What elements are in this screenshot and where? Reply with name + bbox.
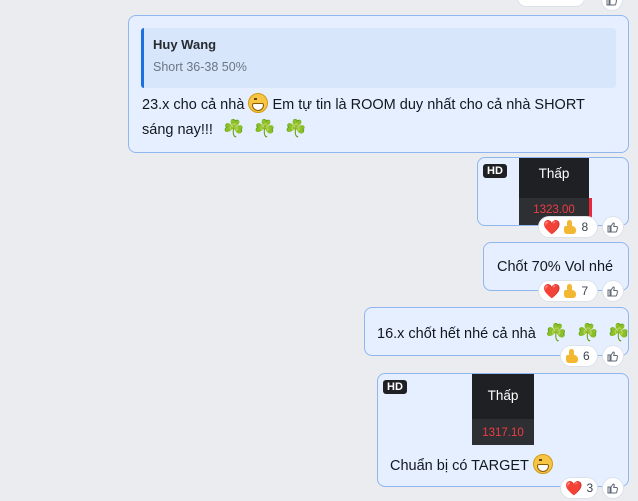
shamrock-icon: ☘️ [608,323,630,342]
reaction-count: 7 [581,284,589,298]
heart-icon: ❤️ [543,219,561,235]
image-with-caption-message[interactable]: Thấp 1317.10 HD Chuẩn bị có TARGET [377,373,629,487]
message-text-line: sáng nay!!! ☘️ ☘️ ☘️ [142,119,307,138]
quote-text: Short 36-38 50% [153,60,247,74]
shamrock-icon: ☘️ [254,119,276,138]
heart-icon: ❤️ [565,480,583,496]
like-icon [607,286,618,297]
hd-badge: HD [383,380,407,394]
thumbs-up-emoji-icon [565,349,579,363]
like-icon [607,483,618,494]
like-icon [606,0,617,6]
shamrock-icon: ☘️ [577,323,599,342]
image-message[interactable]: Thấp 1323.00 HD [477,157,629,226]
like-button[interactable] [603,281,623,301]
hd-badge: HD [483,164,507,178]
previous-like-button[interactable] [602,0,622,10]
reaction-summary[interactable]: ❤️ 7 [539,281,597,301]
reaction-count: 3 [586,481,594,495]
shamrock-icon: ☘️ [222,119,245,138]
reaction-summary[interactable]: ❤️ 3 [561,478,597,498]
reaction-summary[interactable]: 6 [561,346,597,366]
image-thumbnail[interactable]: Thấp 1323.00 [519,158,589,225]
quote-author: Huy Wang [153,37,217,52]
reaction-count: 8 [581,220,589,234]
message-text: Chốt 70% Vol nhé [497,259,614,275]
previous-reaction-pill[interactable] [518,0,584,6]
like-button[interactable] [603,217,623,237]
shamrock-icon: ☘️ [545,323,568,342]
grinning-face-icon [532,454,553,474]
thumbs-up-emoji-icon [563,220,577,234]
like-icon [607,222,618,233]
thumbnail-price: 1323.00 [533,204,575,216]
reaction-count: 6 [583,349,590,363]
shamrock-icon: ☘️ [285,119,307,138]
like-button[interactable] [603,478,623,498]
thumbnail-label: Thấp [487,388,519,403]
thumbnail-label: Thấp [538,166,570,181]
thumbs-up-emoji-icon [563,284,577,298]
like-button[interactable] [603,346,623,366]
message-text-line: 16.x chốt hết nhé cả nhà ☘️ ☘️ ☘️ [377,323,630,342]
message-bubble[interactable]: Huy Wang Short 36-38 50% 23.x cho cả nhà… [128,15,629,153]
thumbnail-price: 1317.10 [482,427,524,439]
message-text-line: Chuẩn bị có TARGET [390,454,553,478]
heart-icon: ❤️ [543,283,561,299]
like-icon [607,351,618,362]
grinning-face-icon [248,93,269,113]
quoted-message[interactable]: Huy Wang Short 36-38 50% [141,28,616,88]
message-text-line: 23.x cho cả nhà Em tự tin là ROOM duy nh… [142,93,622,117]
reaction-summary[interactable]: ❤️ 8 [539,217,597,237]
image-thumbnail[interactable]: Thấp 1317.10 [472,374,534,445]
